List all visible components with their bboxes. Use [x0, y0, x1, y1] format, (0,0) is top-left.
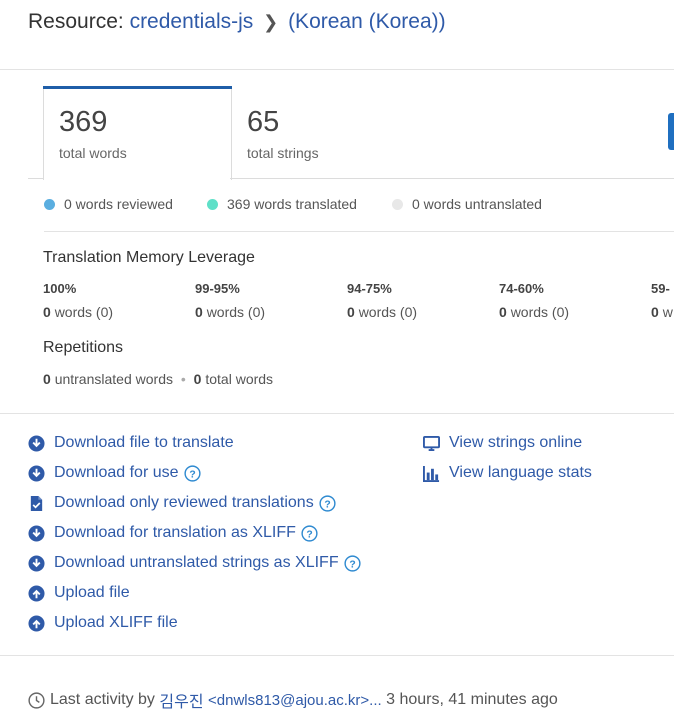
tm-pct: 59- — [651, 281, 670, 296]
resource-prefix: Resource: — [28, 10, 124, 33]
tm-pct: 100% — [43, 281, 77, 296]
tm-count: 0 w — [651, 304, 673, 320]
svg-text:?: ? — [306, 529, 312, 540]
tm-count: 0 words (0) — [499, 304, 570, 320]
tab-baseline — [28, 178, 44, 179]
legend-translated: 369 words translated — [207, 196, 357, 212]
activity-email-link[interactable]: <dnwls813@ajou.ac.kr>... — [208, 692, 382, 709]
tm-count: 0 words (0) — [43, 304, 114, 320]
download-xliff-link[interactable]: Download for translation as XLIFF ? — [28, 524, 318, 542]
translated-dot-icon — [207, 198, 218, 210]
repetitions-title: Repetitions — [43, 339, 124, 356]
download-circle-icon — [28, 554, 45, 572]
divider — [44, 231, 674, 232]
breadcrumb: Resource: credentials-js ❯ (Korean (Kore… — [28, 10, 446, 34]
legend-reviewed: 0 words reviewed — [44, 196, 173, 212]
tm-pct: 74-60% — [499, 281, 544, 296]
divider — [0, 655, 674, 656]
view-language-stats-link[interactable]: View language stats — [423, 464, 592, 482]
last-activity: Last activity by 김우진 <dnwls813@ajou.ac.k… — [28, 688, 558, 712]
tab-total-strings[interactable]: 65 — [247, 106, 279, 139]
action-button[interactable] — [668, 113, 674, 150]
reviewed-dot-icon — [44, 198, 55, 210]
repetitions-stats: 0 untranslated words • 0 total words — [43, 371, 274, 387]
tm-pct: 94-75% — [347, 281, 392, 296]
resource-link[interactable]: credentials-js — [130, 10, 254, 33]
svg-text:?: ? — [189, 469, 195, 480]
active-tab-indicator — [43, 86, 232, 89]
total-words-label: total words — [59, 145, 127, 161]
total-words-value: 369 — [59, 106, 108, 138]
help-icon[interactable]: ? — [319, 494, 336, 512]
activity-user-link[interactable]: 김우진 — [159, 688, 203, 712]
help-icon[interactable]: ? — [344, 554, 361, 572]
svg-text:?: ? — [349, 559, 355, 570]
divider — [0, 413, 674, 414]
activity-time: 3 hours, 41 minutes ago — [386, 691, 558, 708]
tm-pct: 99-95% — [195, 281, 240, 296]
tm-count: 0 words (0) — [195, 304, 266, 320]
download-untranslated-xliff-link[interactable]: Download untranslated strings as XLIFF ? — [28, 554, 361, 572]
upload-file-link[interactable]: Upload file — [28, 584, 130, 602]
help-icon[interactable]: ? — [183, 464, 201, 482]
download-reviewed-link[interactable]: Download only reviewed translations ? — [28, 494, 336, 512]
monitor-icon — [423, 435, 440, 451]
upload-xliff-link[interactable]: Upload XLIFF file — [28, 614, 178, 632]
upload-circle-icon — [28, 584, 45, 602]
clock-icon — [28, 691, 45, 709]
tm-count: 0 words (0) — [347, 304, 418, 320]
file-check-icon — [30, 495, 43, 511]
tm-title: Translation Memory Leverage — [43, 249, 255, 266]
view-strings-online-link[interactable]: View strings online — [423, 434, 582, 452]
tab-baseline — [230, 178, 674, 179]
upload-circle-icon — [28, 614, 45, 632]
download-for-use-link[interactable]: Download for use ? — [28, 464, 201, 482]
language-link[interactable]: (Korean (Korea)) — [288, 10, 446, 33]
svg-text:?: ? — [324, 499, 330, 510]
download-file-link[interactable]: Download file to translate — [28, 434, 234, 452]
legend-untranslated: 0 words untranslated — [392, 196, 542, 212]
divider — [0, 69, 674, 70]
total-strings-label: total strings — [247, 145, 319, 161]
bar-chart-icon — [423, 465, 440, 482]
download-circle-icon — [28, 524, 45, 542]
untranslated-dot-icon — [392, 198, 403, 210]
download-circle-icon — [28, 464, 45, 482]
chevron-right-icon: ❯ — [263, 12, 279, 32]
help-icon[interactable]: ? — [301, 524, 318, 542]
download-circle-icon — [28, 434, 45, 452]
